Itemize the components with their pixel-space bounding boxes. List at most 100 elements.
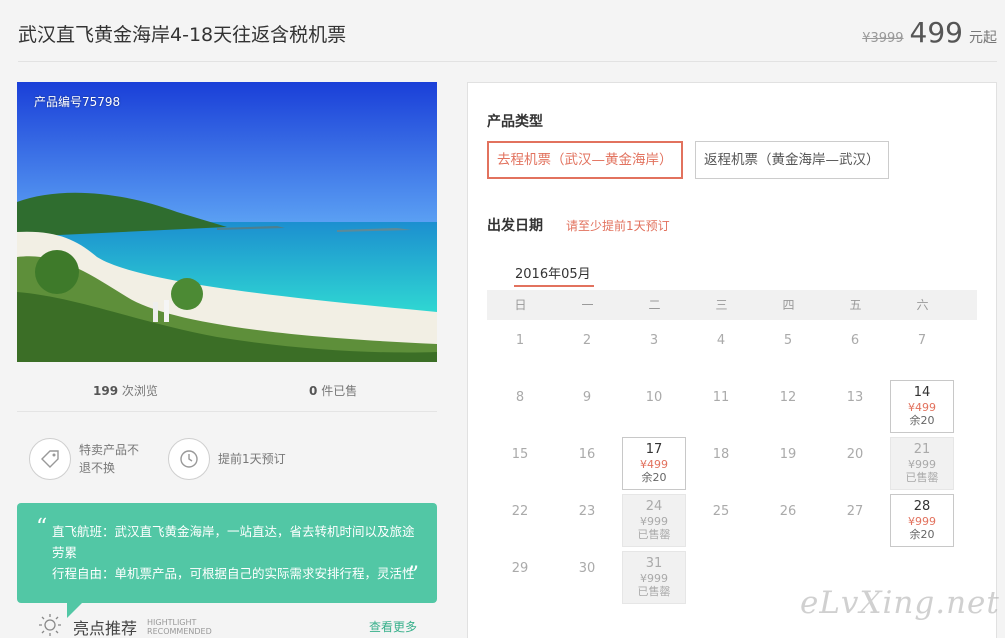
booking-panel: 产品类型 去程机票（武汉—黄金海岸） 返程机票（黄金海岸—武汉） 出发日期 请至… [467,82,997,638]
day-number: 30 [578,561,596,576]
day-number: 22 [511,504,529,519]
calendar-day-5: 5 [756,323,820,376]
calendar-day-15: 15 [488,437,552,490]
departure-date-label: 出发日期 [487,218,543,234]
advance-booking-text: 提前1天预订 [218,452,286,466]
calendar-day-31: 31 ¥999 已售罄 [622,551,686,604]
calendar-day-11: 11 [689,380,753,433]
calendar-day-18: 18 [689,437,753,490]
calendar-day-22: 22 [488,494,552,547]
tag-icon [29,438,71,480]
weekday-sat: 六 [916,298,929,312]
day-number: 23 [578,504,596,519]
calendar-day-30: 30 [555,551,619,604]
history-clock-icon [168,438,210,480]
day-number: 31 [645,556,663,571]
sold-out-label: 已售罄 [637,528,671,541]
weekday-fri: 五 [849,298,862,312]
day-number: 14 [913,385,931,400]
remaining-seats: 余20 [641,471,667,484]
day-number: 2 [582,333,592,348]
remaining-seats: 余20 [909,414,935,427]
close-quote-icon: ” [407,563,419,588]
month-tab-underline [514,285,594,287]
feature-quote: “ 直飞航班：武汉直飞黄金海岸，一站直达，省去转机时间以及旅途劳累 行程自由：单… [17,503,437,603]
calendar-day-8: 8 [488,380,552,433]
quote-line-1: 直飞航班：武汉直飞黄金海岸，一站直达，省去转机时间以及旅途劳累 [52,524,415,560]
calendar-day-25: 25 [689,494,753,547]
day-price: ¥499 [640,458,668,471]
calendar-day-29: 29 [488,551,552,604]
day-number: 18 [712,447,730,462]
calendar-day-23: 23 [555,494,619,547]
day-number: 12 [779,390,797,405]
day-number: 24 [645,499,663,514]
quote-line-2: 行程自由：单机票产品，可根据自己的实际需求安排行程，灵活性 [52,566,415,581]
weekday-tue: 二 [648,298,661,312]
highlight-title: 亮点推荐 [73,619,138,638]
day-number: 9 [582,390,592,405]
day-number: 19 [779,447,797,462]
weekday-mon: 一 [581,298,594,312]
calendar-day-10: 10 [622,380,686,433]
day-number: 26 [779,504,797,519]
booking-hint: 请至少提前1天预订 [566,219,670,233]
beach-image [17,82,437,362]
day-number: 20 [846,447,864,462]
remaining-seats: 余20 [909,528,935,541]
calendar-day-19: 19 [756,437,820,490]
calendar-day-26: 26 [756,494,820,547]
weekday-header: 日 一 二 三 四 五 六 [487,290,977,320]
calendar-day-4: 4 [689,323,753,376]
day-number: 7 [917,333,927,348]
view-more-link[interactable]: 查看更多 [369,618,417,635]
calendar-day-28[interactable]: 28 ¥999 余20 [890,494,954,547]
highlight-subtitle: HIGHTLIGHT RECOMMENDED [147,618,212,636]
sold-stat: 0 件已售 [309,382,357,399]
product-type-label: 产品类型 [487,114,543,130]
price-block: ¥3999 499 元起 [862,16,997,49]
day-number: 29 [511,561,529,576]
page-title: 武汉直飞黄金海岸4-18天往返含税机票 [18,24,347,46]
day-number: 15 [511,447,529,462]
outbound-ticket-option[interactable]: 去程机票（武汉—黄金海岸） [487,141,683,179]
calendar-day-14[interactable]: 14 ¥499 余20 [890,380,954,433]
day-number: 25 [712,504,730,519]
day-price: ¥999 [640,572,668,585]
day-number: 11 [712,390,730,405]
day-price: ¥999 [640,515,668,528]
no-refund-badge: 特卖产品不退不换 [29,438,149,480]
sold-count: 0 [309,384,318,398]
highlight-en-2: RECOMMENDED [147,627,212,636]
day-number: 1 [515,333,525,348]
weekday-wed: 三 [715,298,728,312]
product-number: 产品编号75798 [34,95,121,109]
calendar-day-27: 27 [823,494,887,547]
highlight-en-1: HIGHTLIGHT [147,618,197,627]
sold-out-label: 已售罄 [905,471,939,484]
calendar-day-21: 21 ¥999 已售罄 [890,437,954,490]
highlight-header: 亮点推荐 HIGHTLIGHT RECOMMENDED [37,612,212,638]
calendar-day-2: 2 [555,323,619,376]
calendar-day-17[interactable]: 17 ¥499 余20 [622,437,686,490]
open-quote-icon: “ [36,515,48,540]
day-number: 21 [913,442,931,457]
day-number: 10 [645,390,663,405]
views-stat: 199 次浏览 [93,382,158,399]
day-number: 28 [913,499,931,514]
calendar-day-1: 1 [488,323,552,376]
day-number: 27 [846,504,864,519]
day-number: 6 [850,333,860,348]
calendar-day-9: 9 [555,380,619,433]
original-price: ¥3999 [862,31,904,46]
stats-bar: 199 次浏览 0 件已售 [17,382,437,412]
sold-out-label: 已售罄 [637,585,671,598]
calendar-day-12: 12 [756,380,820,433]
no-refund-text: 特卖产品不退不换 [79,443,140,475]
day-number: 16 [578,447,596,462]
product-photo [17,82,437,362]
day-number: 4 [716,333,726,348]
return-ticket-option[interactable]: 返程机票（黄金海岸—武汉） [695,141,889,179]
day-number: 13 [846,390,864,405]
day-number: 5 [783,333,793,348]
